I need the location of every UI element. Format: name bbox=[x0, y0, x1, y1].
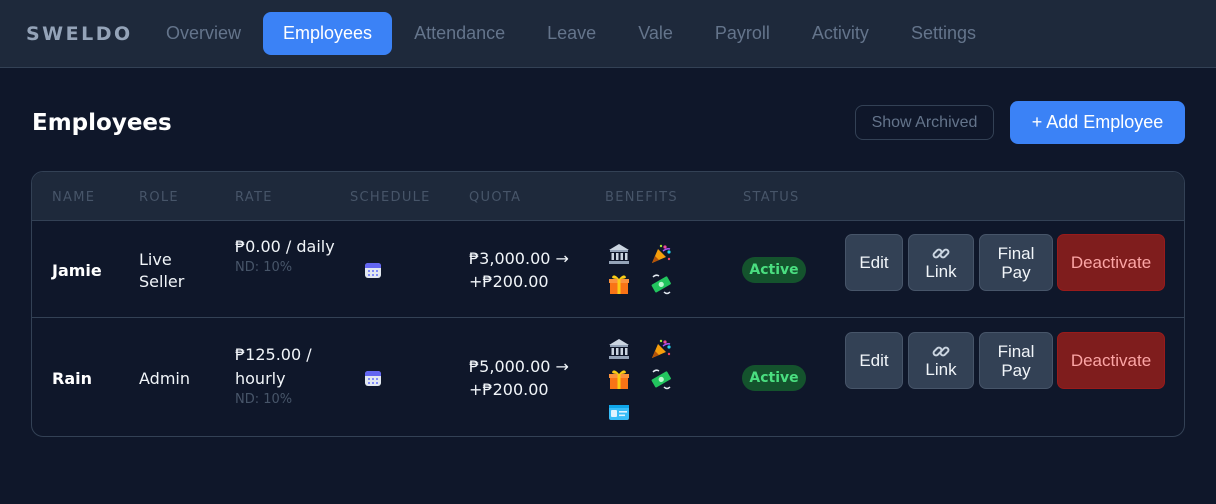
tab-payroll[interactable]: Payroll bbox=[695, 12, 790, 55]
bank-icon bbox=[609, 244, 629, 264]
page-header: Employees Show Archived + Add Employee bbox=[32, 101, 1185, 144]
top-nav: SWELDO Overview Employees Attendance Lea… bbox=[0, 0, 1216, 68]
column-header-benefits: Benefits bbox=[605, 190, 678, 205]
link-button[interactable]: Link bbox=[908, 234, 974, 291]
tab-vale[interactable]: Vale bbox=[618, 12, 693, 55]
edit-button[interactable]: Edit bbox=[845, 234, 903, 291]
column-header-quota: Quota bbox=[469, 190, 522, 205]
money-flying-icon bbox=[651, 274, 671, 295]
schedule-calendar-icon[interactable] bbox=[364, 369, 382, 392]
bank-icon bbox=[609, 339, 629, 359]
money-flying-icon bbox=[651, 369, 671, 390]
tab-employees[interactable]: Employees bbox=[263, 12, 393, 55]
link-icon bbox=[932, 346, 950, 356]
benefits-icons bbox=[608, 243, 678, 299]
column-header-status: Status bbox=[743, 190, 800, 205]
employee-role: Admin bbox=[139, 369, 190, 388]
column-header-name: Name bbox=[52, 190, 96, 205]
final-pay-button[interactable]: Final Pay bbox=[979, 234, 1053, 291]
deactivate-button[interactable]: Deactivate bbox=[1057, 332, 1165, 389]
tab-attendance[interactable]: Attendance bbox=[394, 12, 525, 55]
table-row: Rain Admin ₱125.00 / hourly ND: 10% ₱5,0… bbox=[32, 318, 1184, 436]
link-button-label: Link bbox=[925, 359, 957, 379]
tab-leave[interactable]: Leave bbox=[527, 12, 616, 55]
column-header-schedule: Schedule bbox=[350, 190, 431, 205]
employee-quota: ₱5,000.00 → +₱200.00 bbox=[469, 357, 569, 399]
final-pay-label: Final Pay bbox=[997, 341, 1035, 380]
table-header: Name Role Rate Schedule Quota Benefits S… bbox=[32, 172, 1184, 221]
edit-button[interactable]: Edit bbox=[845, 332, 903, 389]
party-popper-icon bbox=[652, 339, 671, 358]
benefits-icons bbox=[608, 338, 678, 424]
tab-overview[interactable]: Overview bbox=[146, 12, 261, 55]
final-pay-label: Final Pay bbox=[997, 243, 1035, 282]
brand-logo[interactable]: SWELDO bbox=[0, 23, 146, 45]
night-differential-note: ND: 10% bbox=[235, 260, 293, 275]
column-header-role: Role bbox=[139, 190, 179, 205]
employees-table: Name Role Rate Schedule Quota Benefits S… bbox=[31, 171, 1185, 437]
gift-icon bbox=[609, 370, 629, 389]
gift-icon bbox=[609, 275, 629, 294]
rate-value: ₱0.00 / daily bbox=[235, 237, 335, 256]
column-header-rate: Rate bbox=[235, 190, 273, 205]
show-archived-button[interactable]: Show Archived bbox=[855, 105, 994, 140]
employee-role: Live Seller bbox=[139, 250, 185, 291]
status-badge: Active bbox=[742, 257, 806, 283]
schedule-calendar-icon[interactable] bbox=[364, 261, 382, 284]
employee-name[interactable]: Jamie bbox=[52, 261, 102, 280]
employee-name[interactable]: Rain bbox=[52, 369, 92, 388]
table-row: Jamie Live Seller ₱0.00 / daily ND: 10% … bbox=[32, 221, 1184, 318]
link-button[interactable]: Link bbox=[908, 332, 974, 389]
deactivate-button[interactable]: Deactivate bbox=[1057, 234, 1165, 291]
page-title: Employees bbox=[32, 110, 172, 136]
final-pay-button[interactable]: Final Pay bbox=[979, 332, 1053, 389]
party-popper-icon bbox=[652, 244, 671, 263]
tab-settings[interactable]: Settings bbox=[891, 12, 996, 55]
add-employee-button[interactable]: + Add Employee bbox=[1010, 101, 1185, 144]
tab-activity[interactable]: Activity bbox=[792, 12, 889, 55]
night-differential-note: ND: 10% bbox=[235, 392, 293, 407]
employee-quota: ₱3,000.00 → +₱200.00 bbox=[469, 249, 569, 291]
link-icon bbox=[932, 248, 950, 258]
status-badge: Active bbox=[742, 365, 806, 391]
employee-rate: ₱0.00 / daily ND: 10% bbox=[235, 235, 340, 275]
employee-rate: ₱125.00 / hourly ND: 10% bbox=[235, 343, 340, 407]
rate-value: ₱125.00 / hourly bbox=[235, 345, 312, 388]
link-button-label: Link bbox=[925, 261, 957, 281]
id-card-icon bbox=[609, 405, 629, 420]
